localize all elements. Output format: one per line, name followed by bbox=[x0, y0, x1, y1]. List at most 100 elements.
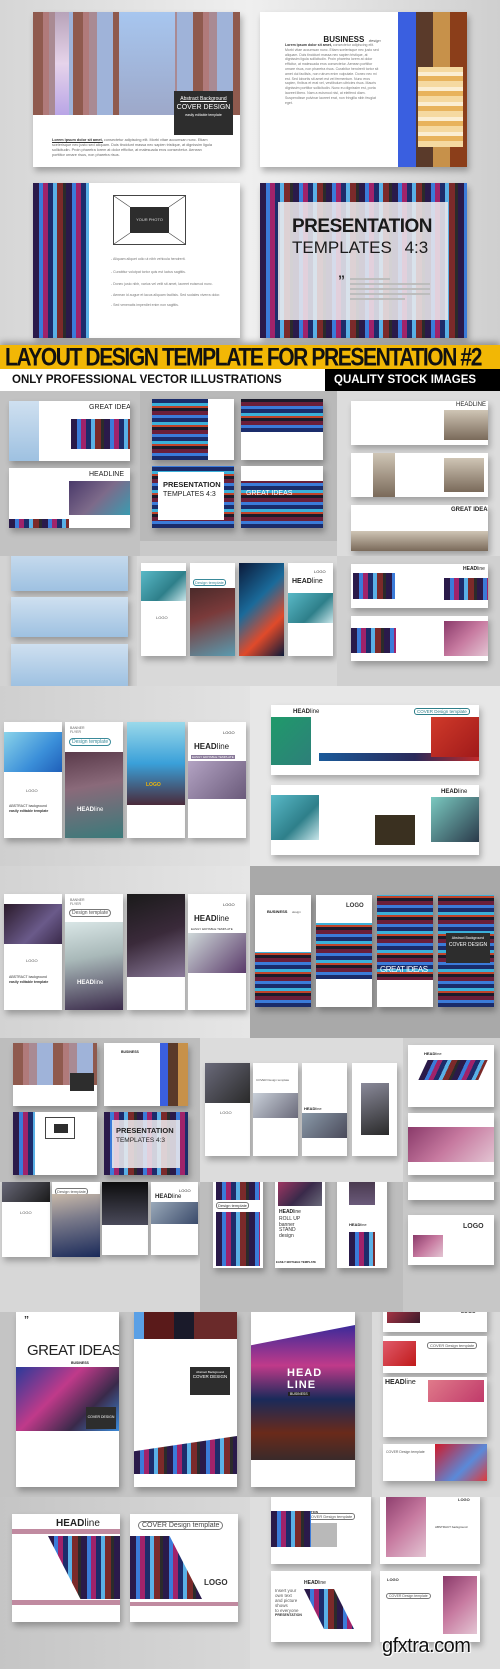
thumb-mini-photo bbox=[13, 1112, 97, 1175]
thumb-head-line: HEAD LINE BUSINESS bbox=[251, 1312, 355, 1487]
cover-small-text: Abstract Background bbox=[180, 96, 227, 102]
thumb-logo-banner: LOGO bbox=[383, 1312, 487, 1332]
thumb-city-brochure bbox=[351, 453, 488, 497]
thumb-abstract-head-slide: LOGO ABSTRACT background bbox=[380, 1497, 480, 1564]
thumb-cover-red-banner: COVER Design template bbox=[383, 1336, 487, 1373]
headline-mixed: HEADline bbox=[77, 807, 104, 813]
cover-big-text: COVER DESIGN bbox=[176, 104, 231, 111]
business-mini-title: BUSINESS design bbox=[267, 909, 301, 914]
preview-panel-14: LOGO Design template LOGO HEADline bbox=[0, 1182, 200, 1312]
preview-panel-12: LOGO COVER Design template HEADline bbox=[200, 1038, 403, 1182]
thumb-flyer-headline-grey: LOGO HEADline bbox=[151, 1182, 198, 1255]
thumb-abstract-grey-1: LOGO bbox=[205, 1063, 250, 1156]
quote-text bbox=[350, 275, 430, 303]
headline-mixed: HEADline bbox=[155, 1194, 182, 1200]
presentation-overlay: PRESENTATION TEMPLATES 4:3 ” bbox=[278, 202, 448, 320]
preview-panel-7: LOGO ABSTRACT background easily editable… bbox=[0, 686, 250, 866]
left-tag-text: ONLY PROFESSIONAL VECTOR ILLUSTRATIONS bbox=[12, 374, 282, 386]
thumb-great-ideas-glitch: GREAT IDEAS bbox=[241, 466, 323, 528]
thumb-map-grey: HEADline bbox=[302, 1063, 347, 1156]
thumb-flyer-headline-cover: LOGO HEADline EASILY EDITABLE TEMPLATE bbox=[188, 722, 246, 838]
preview-panel-16: COVER Design template LOGO bbox=[403, 1182, 500, 1312]
insert-text-lines: Insert your own text and picture shows t… bbox=[275, 1588, 302, 1617]
bullet-item: - Aliquam aliquet odio ut nibh vehicula … bbox=[111, 257, 186, 261]
thumb-great-ideas-cover: ” GREAT IDEAS BUSINESS COVER DESIGN bbox=[16, 1312, 119, 1487]
thumb-headline-glitch-wide: HEADline bbox=[408, 1045, 494, 1107]
thumb-headline-city: HEADLINE bbox=[351, 401, 488, 445]
thumb-cover-grey: COVER Design template bbox=[253, 1063, 298, 1156]
thumb-flyer-grey-abstract: LOGO bbox=[2, 1182, 50, 1257]
quote-icon: ” bbox=[338, 272, 345, 288]
headline-mixed: HEADline bbox=[349, 1222, 367, 1227]
thumb-headline-pink-slide: HEADline bbox=[12, 1514, 120, 1622]
thumb-rollup-2: HEADline ROLL UP banner STAND design EAS… bbox=[275, 1182, 325, 1268]
hero-slide-business: BUSINESS design Lorem ipsum dolor sit am… bbox=[260, 12, 467, 167]
preview-panel-19: HEADline COVER Design template LOGO bbox=[0, 1497, 250, 1669]
headline-mixed: HEADline bbox=[77, 980, 104, 986]
thumb-mini-presentation: PRESENTATION TEMPLATES 4:3 bbox=[104, 1112, 188, 1175]
thumb-great-ideas-city: GREAT IDEAS bbox=[351, 505, 488, 551]
banner-left-tag: ONLY PROFESSIONAL VECTOR ILLUSTRATIONS bbox=[0, 369, 325, 391]
thumb-logo-flyer: LOGO bbox=[316, 895, 372, 1007]
hero-slide-presentation: PRESENTATION TEMPLATES 4:3 ” bbox=[260, 183, 467, 338]
thumb-headline: HEADLINE bbox=[9, 468, 130, 528]
business-image bbox=[398, 12, 467, 167]
thumb-rollup-1: Design template bbox=[213, 1182, 263, 1268]
photo-frame: YOUR PHOTO bbox=[113, 195, 186, 245]
thumb-diagonal-pink bbox=[351, 616, 488, 661]
thumb-logo-wide: LOGO bbox=[408, 1215, 494, 1265]
thumb-great-ideas-flyer: GREAT IDEAS bbox=[377, 895, 433, 1007]
thumb-business-glitch bbox=[152, 399, 234, 460]
rollup-text: ROLL UP banner STAND design bbox=[279, 1216, 301, 1239]
headline-mixed: HEADline bbox=[304, 1106, 322, 1111]
thumb-flyer-abstract-blue: LOGO ABSTRACT background easily editable… bbox=[4, 722, 62, 838]
thumb-headline-sky: HEADLINE bbox=[11, 556, 128, 591]
preview-panel-6: HEADline bbox=[337, 556, 500, 686]
thumb-sky-map bbox=[11, 644, 128, 686]
banner-right-tag: QUALITY STOCK IMAGES bbox=[325, 369, 500, 391]
thumb-presentation-cover-slide: PRESENTATION COVER Design template bbox=[271, 1497, 371, 1564]
preview-panel-4: HEADLINE bbox=[0, 556, 137, 686]
thumb-trifold-teal-dark: HEADline bbox=[271, 785, 479, 855]
preview-panel-5: LOGO Design template LOGO HEADline bbox=[137, 556, 337, 686]
headline-mixed: HEADline bbox=[279, 1209, 301, 1215]
bullet-item: - Curabitur volutpat tortor quis est luc… bbox=[111, 269, 186, 274]
thumb-headline-red-banner: HEADline bbox=[383, 1377, 487, 1437]
thumb-flyer-neon bbox=[239, 563, 284, 656]
headline-mixed: HEADline bbox=[385, 1379, 416, 1386]
cover-design-mini: Abstract Background COVER DESIGN bbox=[190, 1367, 230, 1395]
headline-mixed: HEADline bbox=[441, 789, 468, 795]
thumb-flyer-dark-hex bbox=[102, 1182, 148, 1255]
title-banner: LAYOUT DESIGN TEMPLATE FOR PRESENTATION … bbox=[0, 344, 500, 372]
thumb-glitch-text bbox=[241, 399, 323, 460]
headline-mixed: HEADline bbox=[56, 1518, 100, 1529]
headline-mixed: HEADline bbox=[293, 709, 320, 715]
preview-panel-17: ” GREAT IDEAS BUSINESS COVER DESIGN Abst… bbox=[0, 1312, 372, 1497]
thumb-flyer-dark-lines bbox=[127, 894, 185, 1010]
thumb-headline-pink: HEADline bbox=[351, 564, 488, 608]
bullet-item: - Donec justo nibh, varius vel velit sit… bbox=[111, 282, 213, 287]
preview-panel-1: GREAT IDEAS HEADLINE bbox=[0, 391, 140, 556]
preview-panel-18: LOGO COVER Design template HEADline COVE… bbox=[372, 1312, 500, 1497]
quote-icon: ” bbox=[24, 1315, 29, 1326]
thumb-flyer-purple-abstract: LOGO ABSTRACT background easily editable… bbox=[4, 894, 62, 1010]
thumb-flyer-abstract: LOGO bbox=[141, 563, 186, 656]
business-body: Lorem ipsum dolor sit amet, consectetur … bbox=[285, 43, 379, 105]
thumb-trifold-teal-red: HEADline COVER Design template bbox=[271, 705, 479, 775]
head-line-title: HEAD LINE bbox=[287, 1367, 323, 1391]
thumb-mini-business: BUSINESS bbox=[104, 1043, 188, 1106]
bullet-item: - Aenean id augue et lacus aliquam facil… bbox=[111, 292, 221, 297]
preview-panel-15: Design template HEADline ROLL UP banner … bbox=[200, 1182, 403, 1312]
thumb-flyer-logo-hex: LOGO bbox=[127, 722, 185, 838]
headline-mixed: HEADline bbox=[292, 578, 323, 585]
thumb-presentation-small: PRESENTATION TEMPLATES 4:3 bbox=[152, 466, 234, 528]
watermark: gfxtra.com bbox=[382, 1635, 471, 1657]
cover-body-lead: Lorem ipsum dolor sit amet, bbox=[52, 138, 103, 142]
templates-line: TEMPLATES 4:3 bbox=[292, 238, 429, 257]
bullet-item: - Sed venenatis imperdiet enim non sagit… bbox=[111, 303, 179, 308]
cover-label-box: Abstract Background COVER DESIGN easily … bbox=[174, 91, 233, 135]
hero-section: Abstract Background COVER DESIGN easily … bbox=[0, 0, 500, 345]
cover-body: Lorem ipsum dolor sit amet, consectetur … bbox=[52, 138, 212, 158]
thumb-cover-pink-slide: LOGO COVER Design template bbox=[380, 1571, 480, 1642]
glitch-image bbox=[33, 183, 89, 338]
